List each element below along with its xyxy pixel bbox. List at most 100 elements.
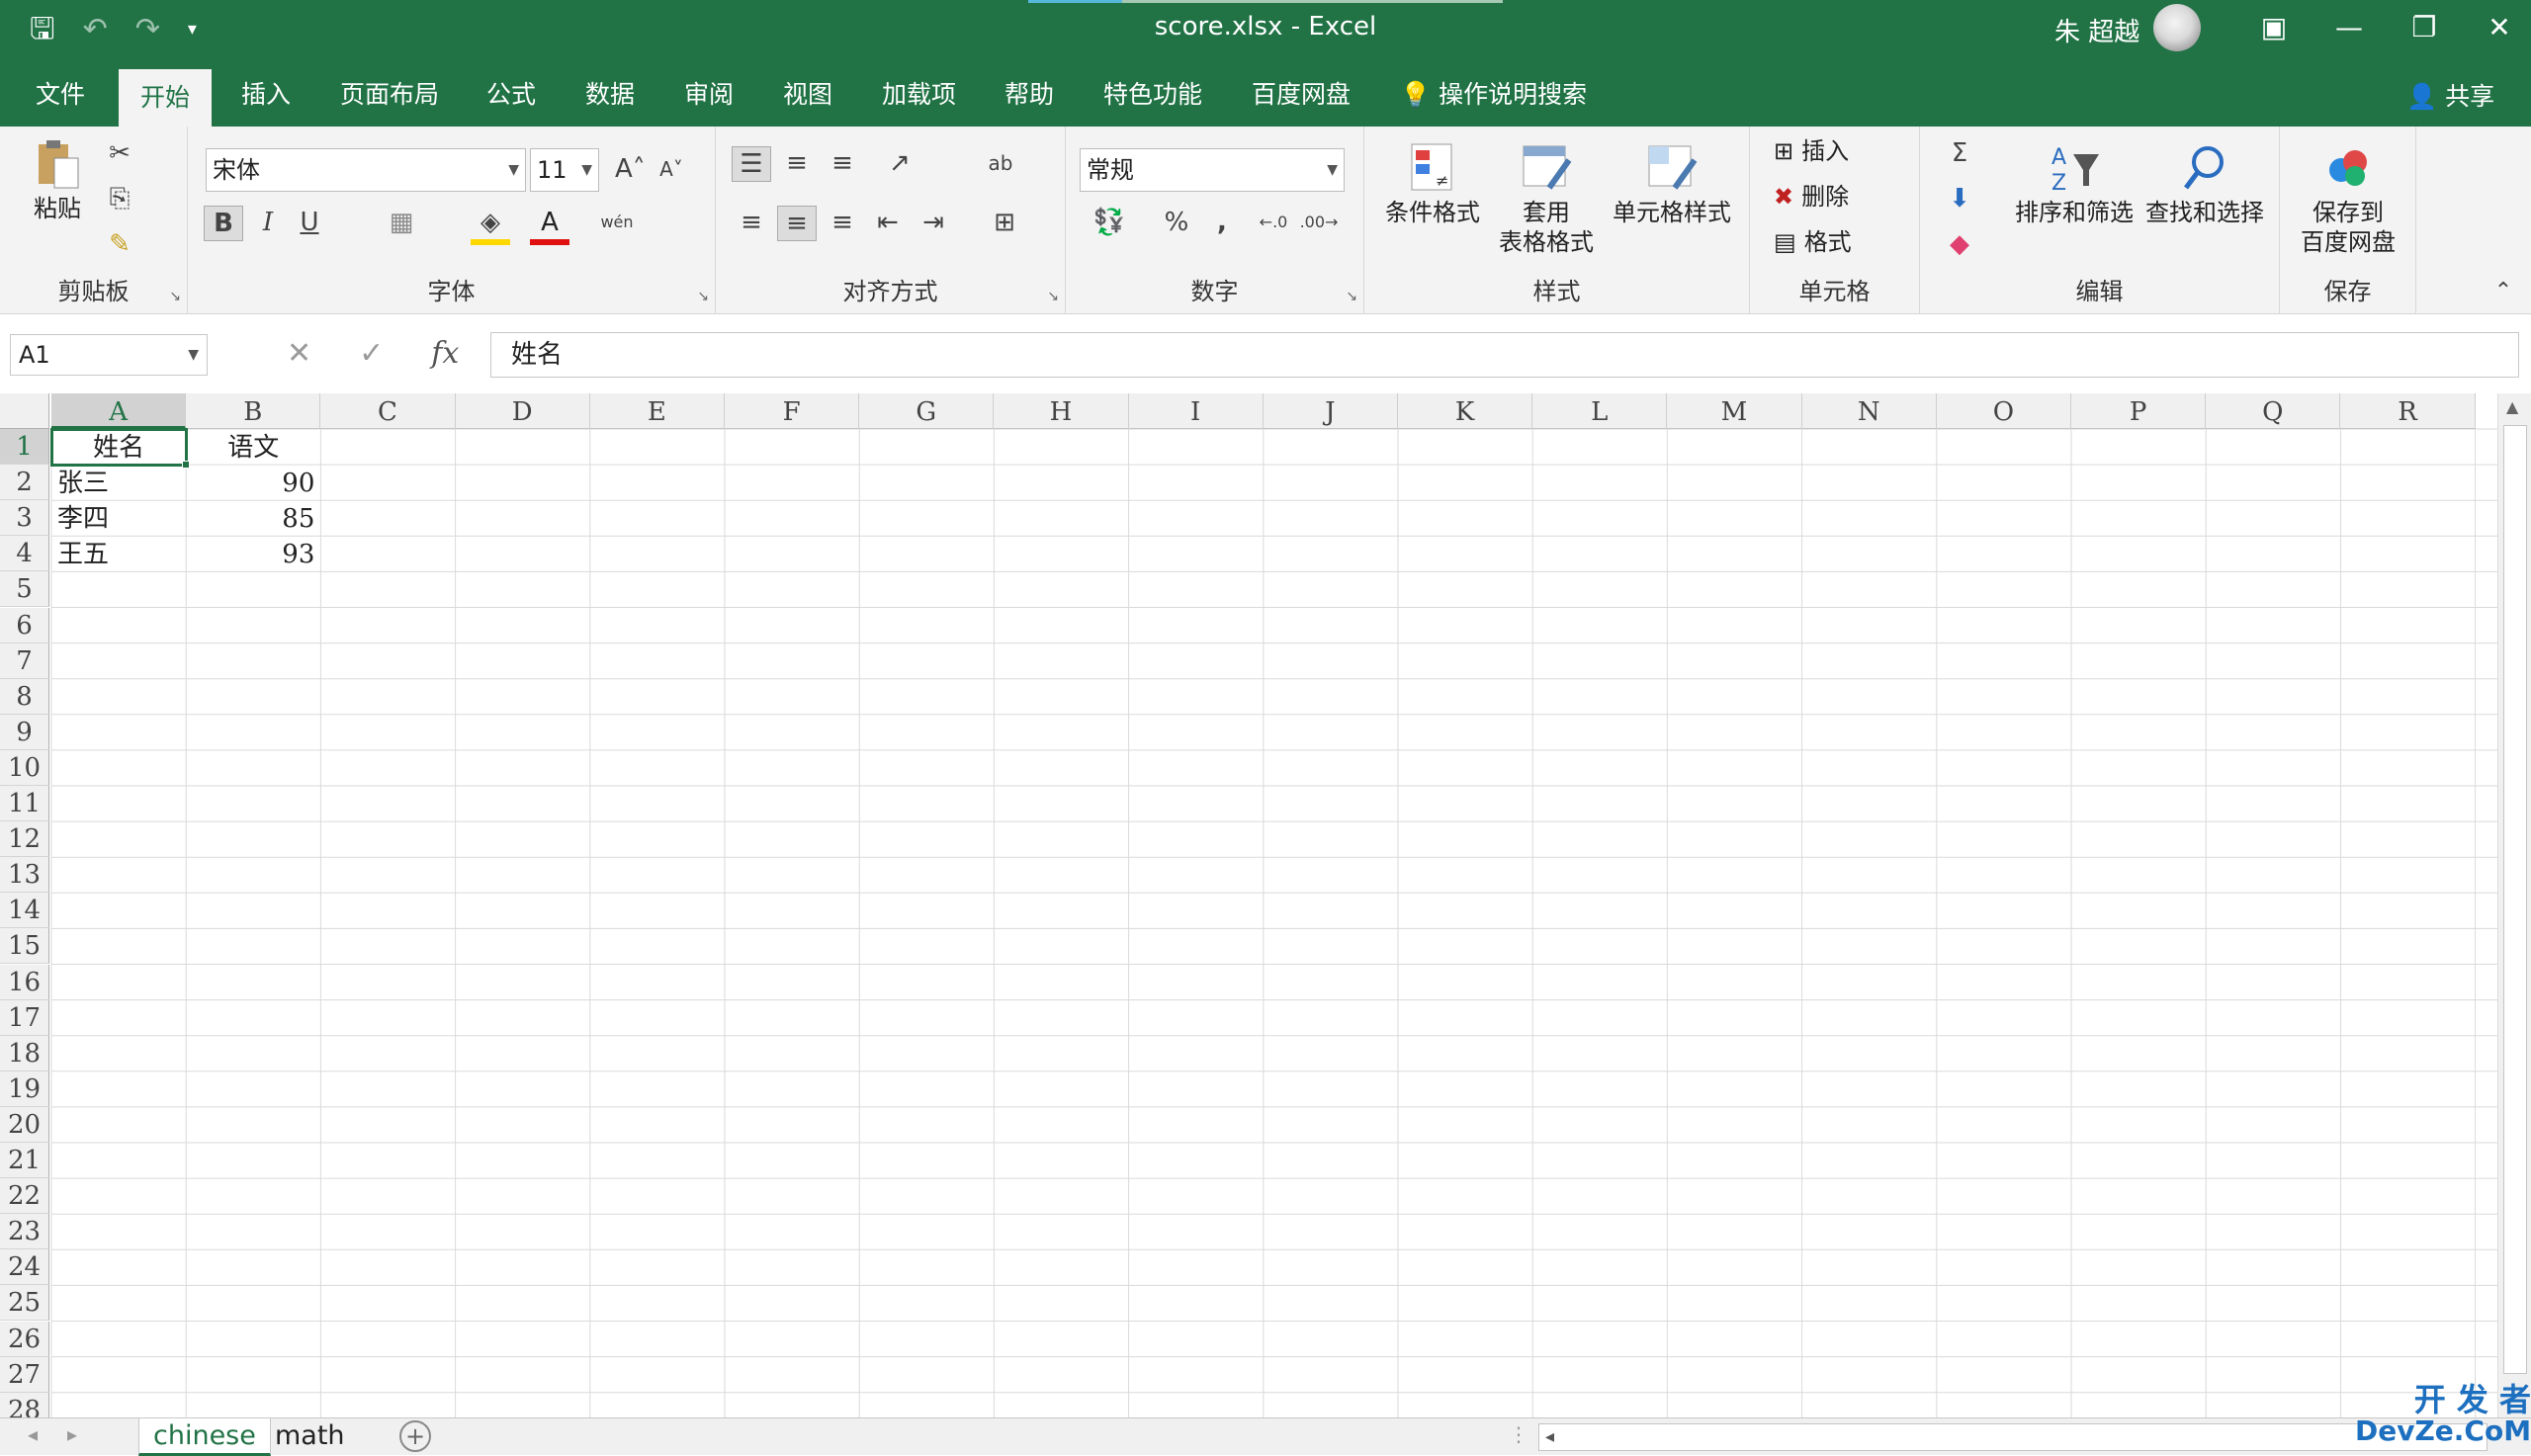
sort-filter-label: 排序和筛选 xyxy=(2015,199,2134,226)
increase-font-icon[interactable]: A˄ xyxy=(615,152,646,186)
increase-indent-icon[interactable]: ⇥ xyxy=(914,206,953,239)
borders-icon[interactable]: ▦ xyxy=(382,206,421,239)
ribbon-display-options-icon[interactable]: ▣ xyxy=(2236,6,2312,49)
window-title: score.xlsx - Excel xyxy=(1154,12,1377,42)
orientation-icon[interactable]: ↗ xyxy=(872,146,927,180)
next-sheet-icon[interactable]: ▸ xyxy=(67,1422,77,1446)
insert-function-button[interactable]: fx xyxy=(431,334,459,374)
align-bottom-icon[interactable]: ≡ xyxy=(823,146,862,180)
decrease-font-icon[interactable]: A˅ xyxy=(656,152,686,186)
font-name-dropdown[interactable]: 宋体 ▼ xyxy=(206,148,526,192)
vertical-scroll-thumb[interactable] xyxy=(2503,425,2527,1374)
number-format-dropdown[interactable]: 常规 ▼ xyxy=(1080,148,1345,192)
format-cells-button[interactable]: ▤ 格式 xyxy=(1774,227,1852,257)
clear-icon[interactable]: ◆ xyxy=(1940,227,1979,261)
dialog-launcher-icon[interactable]: ↘ xyxy=(1346,289,1357,304)
tab-home[interactable]: 开始 xyxy=(119,69,213,127)
ribbon-tabs: 文件 开始 插入 页面布局 公式 数据 审阅 视图 加载项 帮助 特色功能 百度… xyxy=(0,61,2531,127)
phonetic-guide-button[interactable]: wén xyxy=(595,206,639,239)
comma-style-button[interactable]: , xyxy=(1202,206,1242,239)
font-size-dropdown[interactable]: 11 ▼ xyxy=(530,148,599,192)
align-right-icon[interactable]: ≡ xyxy=(823,206,862,239)
delete-cells-button[interactable]: ✖ 删除 xyxy=(1774,182,1849,212)
align-middle-icon[interactable]: ≡ xyxy=(777,146,817,180)
accounting-format-icon[interactable]: 💱 xyxy=(1080,206,1139,239)
sort-filter-button[interactable]: AZ 排序和筛选 xyxy=(2013,140,2136,227)
cell-a3[interactable]: 李四 xyxy=(51,500,186,536)
user-name[interactable]: 朱 超越 xyxy=(2054,12,2139,48)
minimize-icon[interactable]: — xyxy=(2312,6,2387,49)
share-button[interactable]: 👤 共享 xyxy=(2406,75,2494,119)
increase-decimal-icon[interactable]: ←.0 xyxy=(1254,206,1293,239)
tab-help[interactable]: 帮助 xyxy=(991,73,1068,117)
format-painter-icon[interactable]: ✎ xyxy=(103,227,136,261)
italic-button[interactable]: I xyxy=(251,206,285,239)
horizontal-scrollbar[interactable]: ◂ xyxy=(1538,1423,2487,1451)
tab-formulas[interactable]: 公式 xyxy=(473,73,550,117)
copy-icon[interactable]: ⎘ xyxy=(103,182,136,215)
format-as-table-button[interactable]: 套用 表格格式 xyxy=(1487,140,1606,257)
fill-handle[interactable] xyxy=(182,461,191,470)
tab-insert[interactable]: 插入 xyxy=(227,73,305,117)
vertical-scrollbar[interactable]: ▲ xyxy=(2497,393,2531,1417)
paste-button[interactable]: 粘贴 xyxy=(22,136,93,223)
cut-icon[interactable]: ✂ xyxy=(103,136,136,170)
font-group: 宋体 ▼ 11 ▼ A˄ A˅ B I U ▦ ◈ A wén 字体 ↘ xyxy=(188,127,716,314)
prev-sheet-icon[interactable]: ◂ xyxy=(28,1422,38,1446)
sheet-tab-chinese[interactable]: chinese xyxy=(138,1418,271,1456)
wrap-text-icon[interactable]: ab xyxy=(981,146,1020,180)
formula-input[interactable]: 姓名 xyxy=(490,332,2519,378)
tab-data[interactable]: 数据 xyxy=(571,73,649,117)
align-top-icon[interactable]: ☰ xyxy=(732,146,771,182)
tab-page-layout[interactable]: 页面布局 xyxy=(326,73,453,117)
collapse-ribbon-icon[interactable]: ⌃ xyxy=(2486,275,2521,308)
dialog-launcher-icon[interactable]: ↘ xyxy=(697,289,709,304)
avatar[interactable] xyxy=(2153,4,2201,51)
cancel-icon[interactable]: ✕ xyxy=(287,334,311,374)
splitter-handle-icon[interactable]: ⋮ xyxy=(1509,1422,1528,1446)
tell-me-search[interactable]: 💡 操作说明搜索 xyxy=(1386,73,1601,117)
scroll-left-icon[interactable]: ◂ xyxy=(1545,1426,1554,1447)
underline-button[interactable]: U xyxy=(293,206,326,239)
dialog-launcher-icon[interactable]: ↘ xyxy=(1047,289,1059,304)
percent-style-button[interactable]: % xyxy=(1157,206,1196,239)
sheet-tab-math[interactable]: math xyxy=(261,1418,359,1456)
worksheet-grid[interactable]: ABCDEFGHIJKLMNOPQR 1 2 3 4 5 6 7 8 9 10 11 12 13 14 15… xyxy=(0,393,2531,1428)
tab-file[interactable]: 文件 xyxy=(22,73,99,117)
scroll-up-icon[interactable]: ▲ xyxy=(2506,397,2518,416)
add-sheet-icon[interactable]: + xyxy=(399,1420,431,1452)
fill-icon[interactable]: ⬇ xyxy=(1940,182,1979,215)
cell-b3[interactable]: 85 xyxy=(186,500,320,536)
decrease-indent-icon[interactable]: ⇤ xyxy=(868,206,908,239)
tab-review[interactable]: 审阅 xyxy=(670,73,747,117)
tab-special-features[interactable]: 特色功能 xyxy=(1090,73,1216,117)
cell-b2[interactable]: 90 xyxy=(186,465,320,500)
insert-cells-button[interactable]: ⊞ 插入 xyxy=(1774,136,1849,166)
dialog-launcher-icon[interactable]: ↘ xyxy=(169,289,181,304)
merge-center-icon[interactable]: ⊞ xyxy=(975,206,1034,239)
restore-icon[interactable]: ❐ xyxy=(2387,6,2462,49)
tab-addins[interactable]: 加载项 xyxy=(868,73,970,117)
cell-b4[interactable]: 93 xyxy=(186,536,320,571)
cell-a2[interactable]: 张三 xyxy=(51,465,186,500)
tab-view[interactable]: 视图 xyxy=(769,73,846,117)
decrease-decimal-icon[interactable]: .00→ xyxy=(1299,206,1339,239)
cell-b1[interactable]: 语文 xyxy=(186,429,320,465)
cell-a4[interactable]: 王五 xyxy=(51,536,186,571)
name-box[interactable]: A1 ▼ xyxy=(10,334,208,376)
format-cells-label: 格式 xyxy=(1803,228,1852,256)
find-select-button[interactable]: 查找和选择 xyxy=(2141,140,2268,227)
share-label: 共享 xyxy=(2445,82,2495,111)
align-center-icon[interactable]: ≡ xyxy=(777,206,817,241)
conditional-formatting-button[interactable]: ≠ 条件格式 xyxy=(1378,140,1487,227)
bold-button[interactable]: B xyxy=(204,206,243,241)
autosum-icon[interactable]: Σ xyxy=(1940,136,1979,170)
save-to-baidu-button[interactable]: 保存到 百度网盘 xyxy=(2294,140,2402,257)
fill-color-icon[interactable]: ◈ xyxy=(471,206,510,245)
enter-icon[interactable]: ✓ xyxy=(359,334,384,374)
font-color-button[interactable]: A xyxy=(530,206,569,245)
cell-styles-button[interactable]: 单元格样式 xyxy=(1608,140,1736,227)
align-left-icon[interactable]: ≡ xyxy=(732,206,771,239)
close-icon[interactable]: ✕ xyxy=(2462,6,2531,49)
tab-baidu-netdisk[interactable]: 百度网盘 xyxy=(1238,73,1364,117)
